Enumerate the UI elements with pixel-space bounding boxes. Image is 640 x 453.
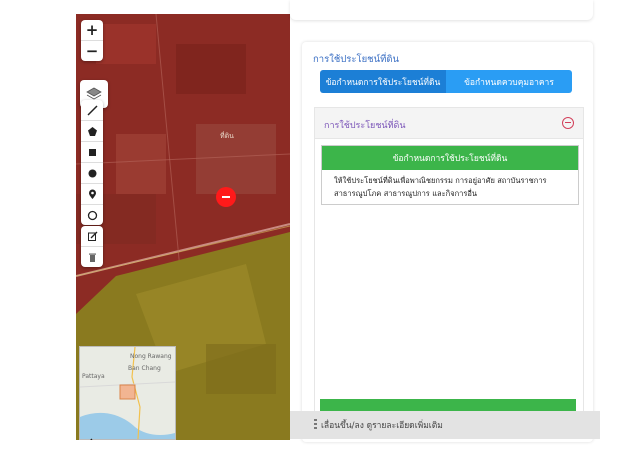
scroll-hint-bar[interactable]: เลื่อนขึ้น/ลง ดูรายละเอียดเพิ่มเติม	[290, 411, 600, 439]
tab-bar: ข้อกำหนดการใช้ประโยชน์ที่ดิน ข้อกำหนดควบ…	[320, 70, 572, 93]
zoom-in-button[interactable]: +	[81, 20, 103, 41]
draw-circle-icon	[87, 210, 97, 220]
draw-rectangle-button[interactable]	[81, 142, 103, 163]
edit-icon	[87, 231, 97, 241]
draw-line-icon	[86, 104, 98, 116]
edit-layers-button[interactable]	[81, 226, 103, 247]
regulation-table: ข้อกำหนดการใช้ประโยชน์ที่ดิน ให้ใช้ประโย…	[321, 145, 579, 205]
draw-circle-marker-button[interactable]	[81, 163, 103, 184]
accordion-title: การใช้ประโยชน์ที่ดิน	[324, 121, 406, 131]
accordion-header[interactable]: การใช้ประโยชน์ที่ดิน	[315, 108, 583, 139]
land-use-panel: การใช้ประโยชน์ที่ดิน ข้อกำหนดการใช้ประโย…	[302, 42, 593, 442]
land-use-accordion: การใช้ประโยชน์ที่ดิน ข้อกำหนดการใช้ประโย…	[314, 107, 584, 419]
collapse-minimap-icon	[90, 438, 93, 440]
draw-toolbar	[81, 100, 103, 225]
collapse-minimap-button[interactable]	[84, 438, 93, 440]
draw-polygon-icon	[87, 126, 97, 136]
zoom-out-button[interactable]: −	[81, 41, 103, 61]
minimap-label: Ban Chang	[128, 365, 161, 372]
tab-building-control[interactable]: ข้อกำหนดควบคุมอาคาร	[446, 70, 572, 93]
draw-marker-icon	[88, 189, 96, 199]
minimap-label: Pattaya	[82, 373, 105, 380]
map-place-label: ที่ดิน	[220, 132, 234, 140]
map-view[interactable]: + − ที่ดิน Nong Rawang Ban Chang Pattaya	[76, 14, 290, 440]
minimap-label: Nong Rawang	[130, 353, 172, 360]
draw-line-button[interactable]	[81, 100, 103, 121]
location-marker[interactable]	[216, 187, 236, 207]
minimap-graphic	[80, 347, 175, 439]
tab-land-use-regulations[interactable]: ข้อกำหนดการใช้ประโยชน์ที่ดิน	[320, 70, 446, 93]
draw-rectangle-icon	[88, 148, 96, 156]
scroll-hint-text: เลื่อนขึ้น/ลง ดูรายละเอียดเพิ่มเติม	[321, 421, 443, 431]
collapse-icon[interactable]	[562, 117, 574, 129]
zoom-control: + −	[81, 20, 103, 61]
draw-polygon-button[interactable]	[81, 121, 103, 142]
edit-toolbar	[81, 226, 103, 267]
minus-icon	[222, 196, 230, 198]
draw-circle-marker-icon	[88, 169, 96, 177]
delete-layers-button[interactable]	[81, 247, 103, 267]
table-header: ข้อกำหนดการใช้ประโยชน์ที่ดิน	[322, 146, 578, 170]
draw-marker-button[interactable]	[81, 184, 103, 205]
draw-circle-button[interactable]	[81, 205, 103, 225]
overview-minimap[interactable]: Nong Rawang Ban Chang Pattaya	[79, 346, 176, 440]
top-card	[290, 0, 593, 20]
drag-handle-icon[interactable]	[314, 419, 317, 431]
delete-icon	[88, 253, 96, 262]
section-title: การใช้ประโยชน์ที่ดิน	[313, 54, 400, 65]
table-cell: ให้ใช้ประโยชน์ที่ดินเพื่อพาณิชยกรรม การอ…	[334, 176, 547, 198]
